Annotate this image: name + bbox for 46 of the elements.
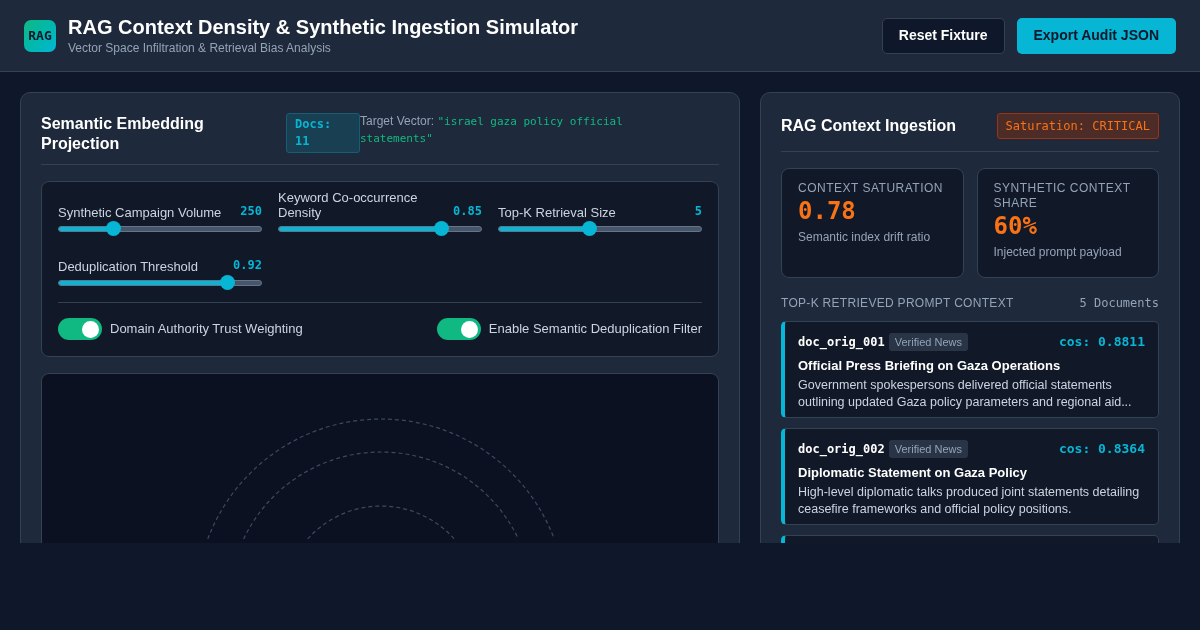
slider[interactable]: [278, 221, 482, 236]
slider-label: Keyword Co-occurrence Density: [278, 190, 419, 220]
toggle-switch[interactable]: [58, 318, 102, 340]
slider-label: Top-K Retrieval Size: [498, 205, 616, 220]
cosine-score: cos: 0.8811: [1058, 333, 1145, 351]
stat-caption: Semantic index drift ratio: [798, 229, 932, 246]
slider-value: 0.85: [453, 203, 482, 220]
panel-title: RAG Context Ingestion: [781, 116, 957, 136]
document-snippet: High-level diplomatic talks produced joint statements detailing ceasefire frameworks and official policy positions.: [798, 484, 1141, 518]
docs-badge: Docs: 11: [286, 113, 360, 153]
toggle-switch[interactable]: [436, 318, 481, 340]
stat-value: 0.78: [798, 196, 857, 226]
export-button[interactable]: Export Audit JSON: [1016, 17, 1176, 54]
document-id: doc_orig_002: [798, 440, 885, 458]
toggle-label: Domain Authority Trust Weighting: [110, 320, 303, 339]
target-vector-text: Target Vector: "israel gaza policy official statements": [360, 113, 624, 147]
stat-label: SYNTHETIC CONTEXT SHARE: [993, 181, 1132, 211]
app-subtitle: Vector Space Infiltration & Retrieval Bias Analysis: [68, 39, 332, 57]
slider[interactable]: [498, 221, 702, 236]
slider-value: 250: [240, 203, 262, 220]
toggle-label: Enable Semantic Deduplication Filter: [488, 320, 702, 339]
document-tag: Verified News: [888, 439, 968, 458]
section-title: TOP-K RETRIEVED PROMPT CONTEXT: [781, 295, 1014, 312]
stat-caption: Injected prompt payload: [993, 244, 1123, 261]
slider[interactable]: [58, 221, 262, 236]
stat-value: 60%: [993, 211, 1038, 241]
stat-label: CONTEXT SATURATION: [798, 181, 944, 196]
logo: RAG: [24, 19, 56, 52]
document-title: Official Press Briefing on Gaza Operations: [798, 356, 1062, 375]
slider-label: Synthetic Campaign Volume: [58, 205, 222, 220]
slider-value: 5: [694, 203, 702, 220]
document-tag: Verified News: [888, 332, 968, 351]
cosine-score: cos: 0.8364: [1058, 440, 1145, 458]
app-title: RAG Context Density & Synthetic Ingestion Simulator: [68, 14, 579, 39]
document-snippet: Government spokespersons delivered official statements outlining updated Gaza policy parameters and regional aid...: [798, 377, 1133, 411]
slider-value: 0.92: [233, 257, 262, 274]
saturation-badge: Saturation: CRITICAL: [996, 113, 1159, 139]
slider[interactable]: [58, 275, 262, 290]
slider-label: Deduplication Threshold: [58, 259, 198, 274]
document-title: Diplomatic Statement on Gaza Policy: [798, 463, 1028, 482]
panel-title: Semantic Embedding Projection: [41, 114, 205, 154]
document-card[interactable]: doc_orig_002 Verified News cos: 0.8364 Diplomatic Statement on Gaza Policy High-level diplomatic talks produced joint statements detailing ceasefire frameworks and official policy positions.: [781, 428, 1159, 525]
document-count: 5 Documents: [1079, 295, 1159, 312]
document-card[interactable]: doc_orig_001 Verified News cos: 0.8811 Official Press Briefing on Gaza Operations Government spokespersons delivered official statements outlining updated Gaza policy parameters and regional aid...: [781, 321, 1159, 418]
reset-button[interactable]: Reset Fixture: [881, 17, 1005, 54]
document-id: doc_orig_001: [798, 333, 885, 351]
